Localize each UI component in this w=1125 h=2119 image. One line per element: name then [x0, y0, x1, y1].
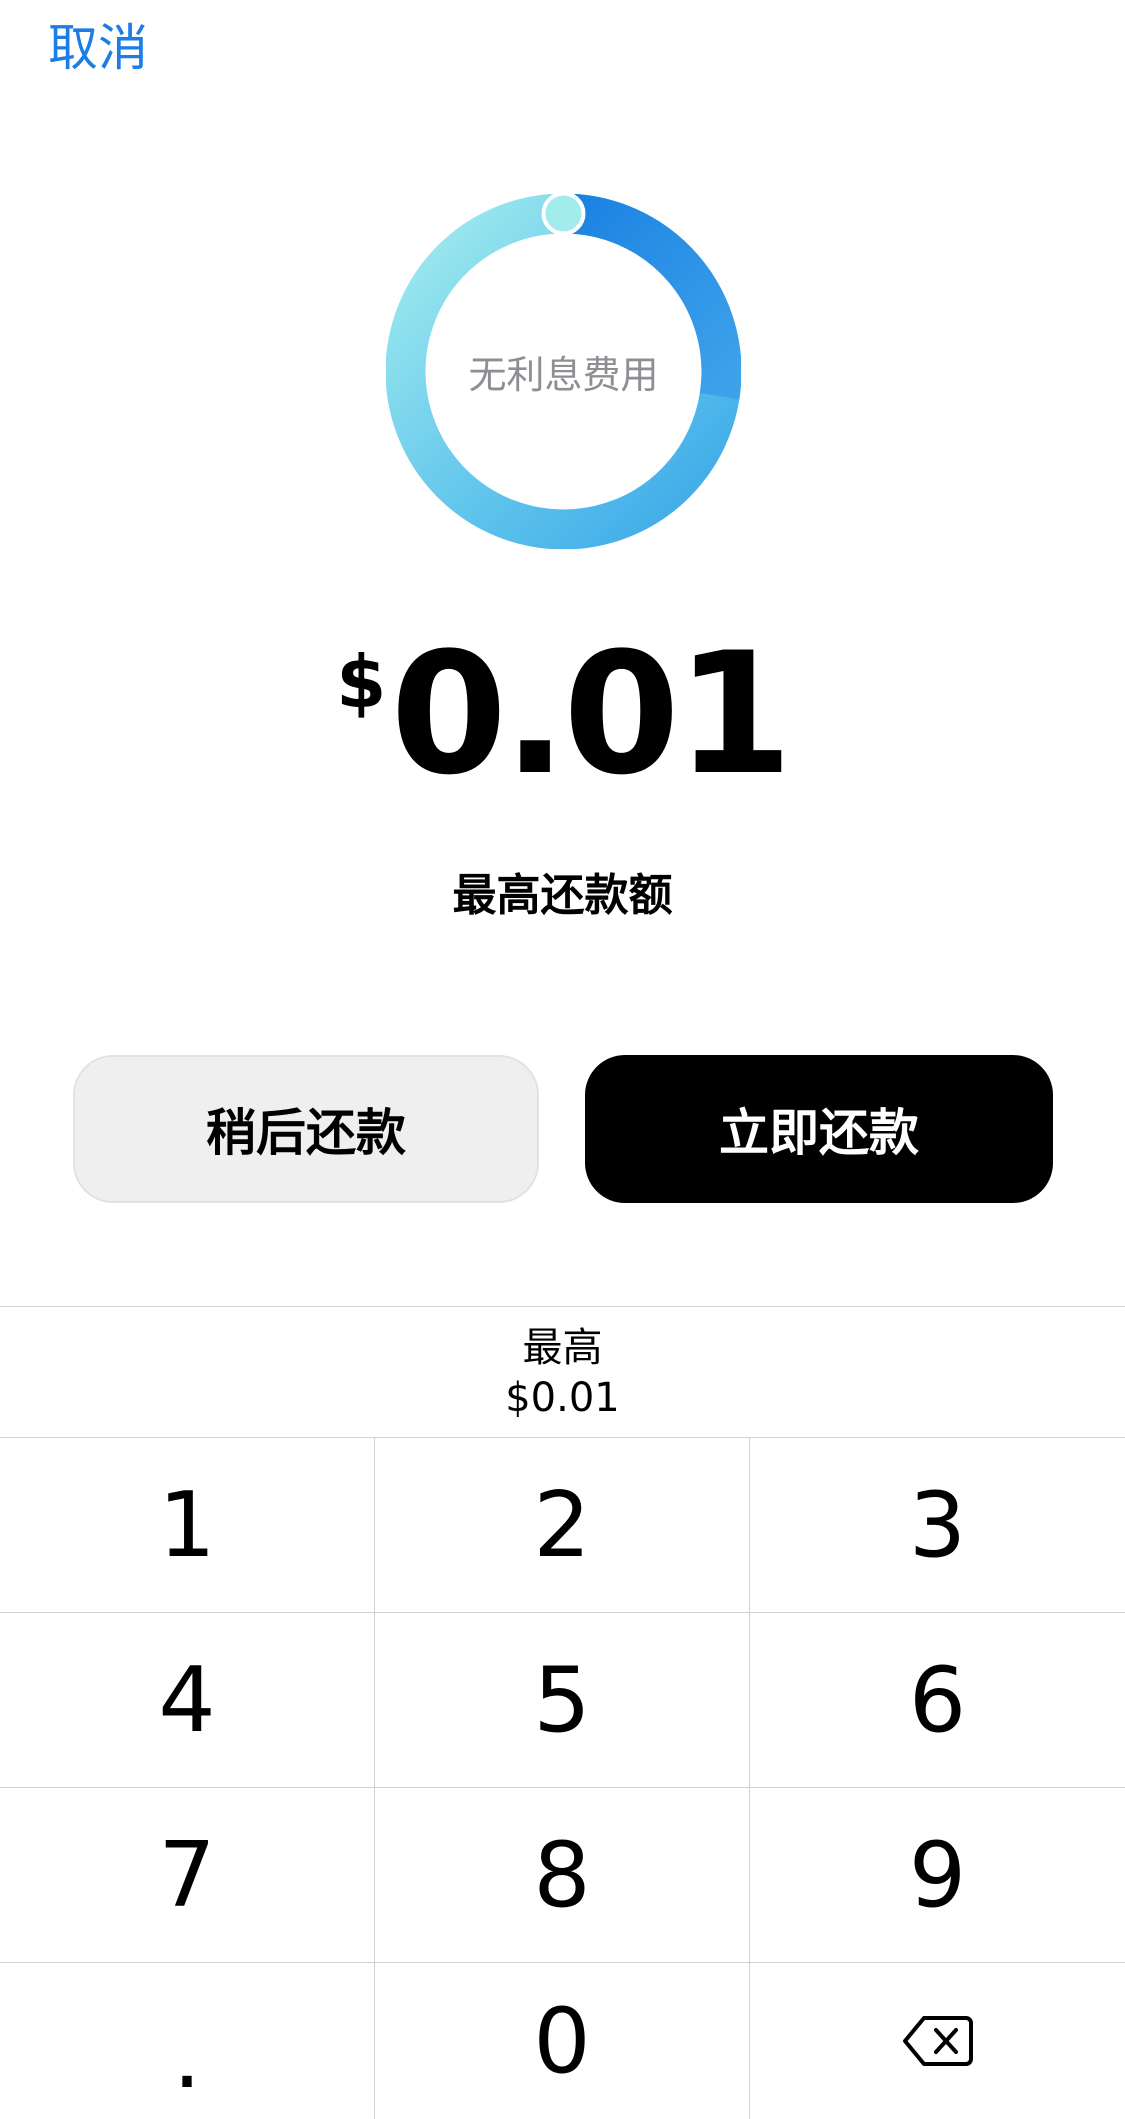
payment-amount: $ 0.01 — [0, 630, 1125, 800]
max-amount: $0.01 — [505, 1375, 620, 1421]
key-6[interactable]: 6 — [750, 1613, 1125, 1788]
max-label: 最高 — [522, 1325, 603, 1371]
ring-label: 无利息费用 — [468, 353, 659, 397]
key-2[interactable]: 2 — [375, 1438, 750, 1613]
interest-progress-ring: 无利息费用 — [386, 194, 741, 549]
numeric-keypad: 1 2 3 4 5 6 7 8 9 . 0 — [0, 1438, 1125, 2119]
currency-symbol: $ — [336, 640, 387, 724]
key-1[interactable]: 1 — [0, 1438, 375, 1613]
cancel-button[interactable]: 取消 — [48, 18, 148, 78]
amount-value: 0.01 — [390, 616, 793, 812]
key-8[interactable]: 8 — [375, 1788, 750, 1963]
max-amount-suggestion[interactable]: 最高 $0.01 — [0, 1306, 1125, 1438]
key-3[interactable]: 3 — [750, 1438, 1125, 1613]
key-7[interactable]: 7 — [0, 1788, 375, 1963]
key-5[interactable]: 5 — [375, 1613, 750, 1788]
key-0[interactable]: 0 — [375, 1963, 750, 2119]
amount-subtitle: 最高还款额 — [452, 870, 673, 921]
key-9[interactable]: 9 — [750, 1788, 1125, 1963]
key-delete[interactable] — [750, 1963, 1125, 2119]
pay-now-button[interactable]: 立即还款 — [585, 1055, 1053, 1203]
key-4[interactable]: 4 — [0, 1613, 375, 1788]
backspace-icon — [902, 2016, 973, 2066]
pay-later-button[interactable]: 稍后还款 — [73, 1055, 539, 1203]
key-decimal[interactable]: . — [0, 1963, 375, 2119]
